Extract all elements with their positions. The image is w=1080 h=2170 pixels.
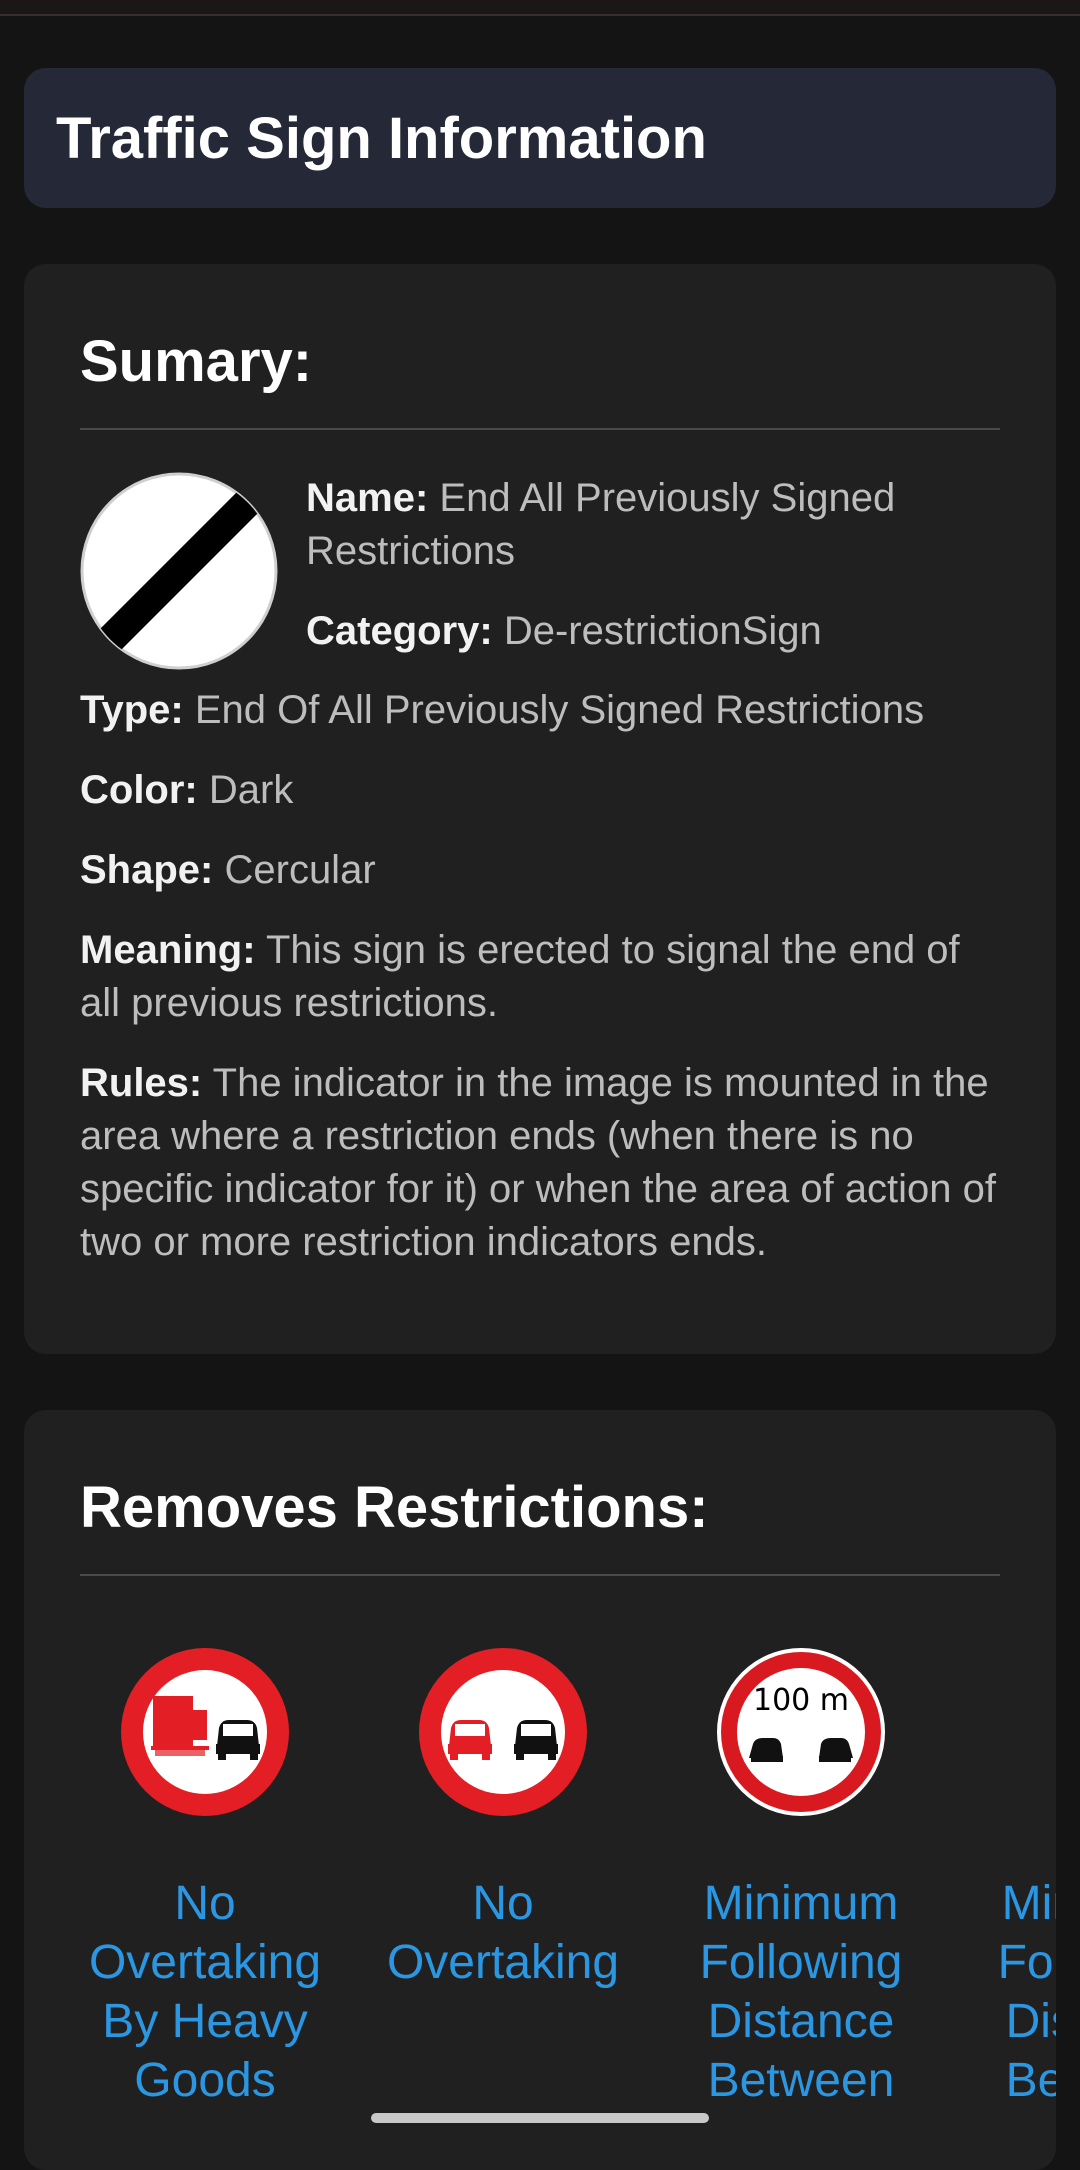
restriction-item-minimum-following-distance[interactable]: 100 m Minimum Following Distance Between: [652, 1646, 950, 2110]
no-overtaking-heavy-goods-sign-icon: [121, 1648, 289, 1816]
restriction-label[interactable]: Minimum Following Distance Between: [652, 1874, 950, 2110]
restriction-label[interactable]: No Overtaking: [354, 1874, 652, 1992]
summary-divider: [80, 428, 1000, 430]
shape-field: Shape: Cercular: [80, 848, 376, 892]
summary-heading: Sumary:: [80, 329, 313, 394]
page-title: Traffic Sign Information: [56, 105, 707, 171]
restriction-item-no-overtaking-heavy-goods[interactable]: No Overtaking By Heavy Goods: [56, 1646, 354, 2110]
meaning-field: Meaning: This sign is erected to signal …: [80, 928, 960, 1025]
no-overtaking-sign-icon: [419, 1648, 587, 1816]
restrictions-list: No Overtaking By Heavy Goods No Overtaki…: [56, 1646, 1056, 2110]
home-indicator[interactable]: [371, 2113, 709, 2123]
svg-text:100 m: 100 m: [753, 1683, 849, 1718]
summary-card: Sumary: Name: End All Previously Signed …: [24, 264, 1056, 1354]
restrictions-card: Removes Restrictions: No Overtaking By H…: [24, 1410, 1056, 2170]
end-all-restrictions-sign-icon: [80, 472, 278, 670]
restriction-item-minimum-following-distance-2[interactable]: Minimum Following Distance Between: [950, 1646, 1056, 2110]
header-card: Traffic Sign Information: [24, 68, 1056, 208]
status-bar-edge: [0, 0, 1080, 16]
restriction-item-no-overtaking[interactable]: No Overtaking: [354, 1646, 652, 2110]
restrictions-heading: Removes Restrictions:: [80, 1475, 709, 1540]
rules-field: Rules: The indicator in the image is mou…: [80, 1061, 997, 1264]
restriction-label[interactable]: No Overtaking By Heavy Goods: [56, 1874, 354, 2110]
color-field: Color: Dark: [80, 768, 294, 812]
restrictions-divider: [80, 1574, 1000, 1576]
minimum-following-distance-sign-icon: 100 m: [717, 1648, 885, 1816]
type-field: Type: End Of All Previously Signed Restr…: [80, 688, 925, 732]
category-field: Category: De-restrictionSign: [306, 609, 822, 653]
name-field: Name: End All Previously Signed Restrict…: [306, 476, 896, 573]
restriction-label[interactable]: Minimum Following Distance Between: [950, 1874, 1056, 2110]
